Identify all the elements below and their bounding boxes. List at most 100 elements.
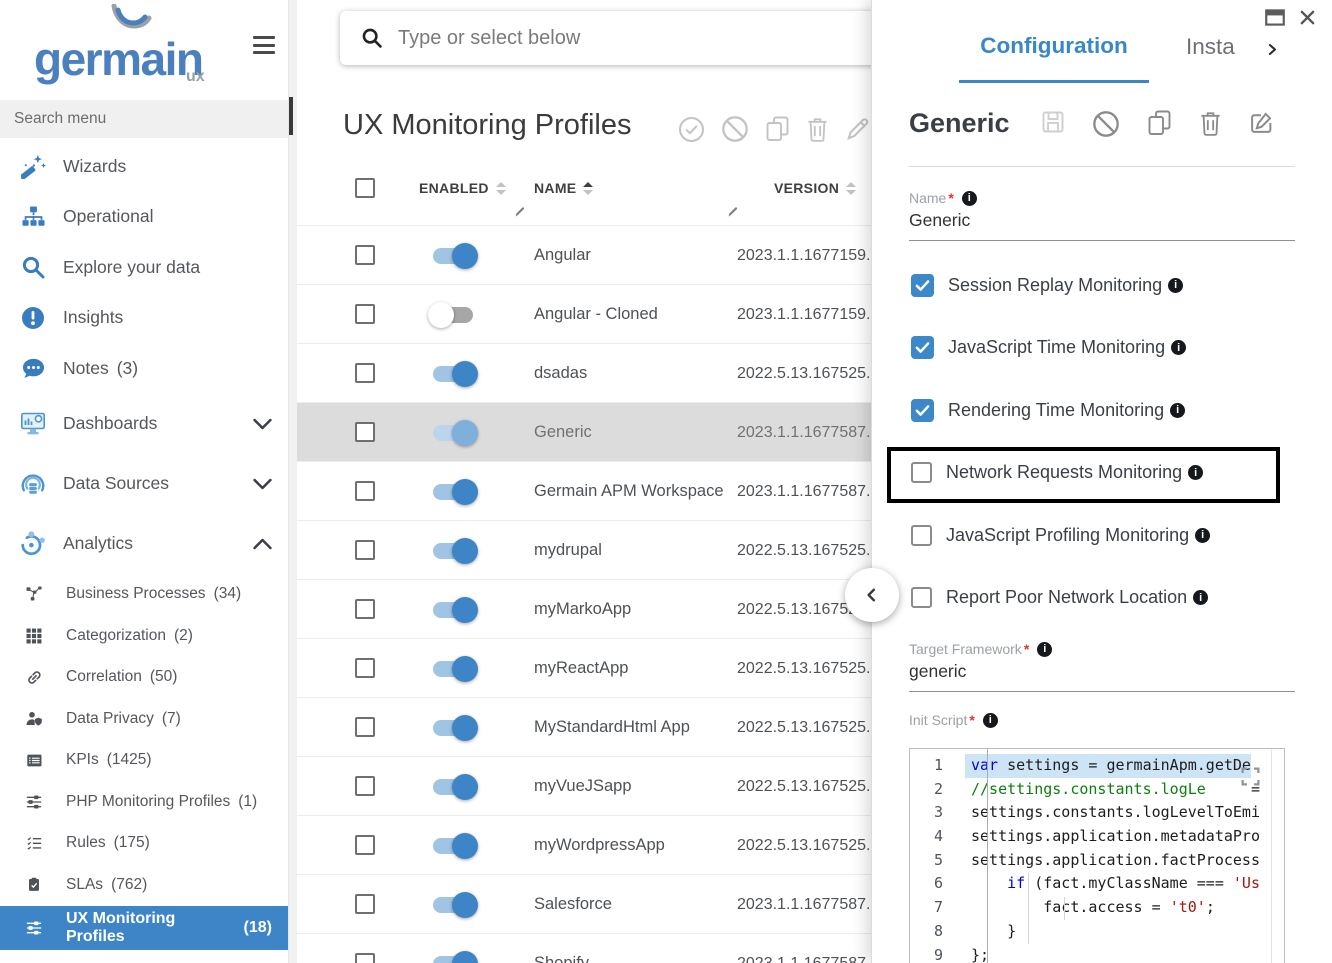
sidebar-item-explore-your-data[interactable]: Explore your data [0,242,288,293]
profiles-search[interactable] [340,11,871,65]
enabled-toggle[interactable] [433,366,473,382]
chevron-down-icon[interactable] [253,418,272,430]
info-icon[interactable]: i [1171,340,1186,355]
checkbox-checked[interactable] [911,274,934,297]
enabled-toggle[interactable] [433,248,473,264]
sidebar-item-ux-monitoring-profiles[interactable]: UX Monitoring Profiles(18) [0,906,288,950]
enabled-toggle[interactable] [433,543,473,559]
filter-pencil-icon[interactable] [727,206,739,218]
chevron-down-icon[interactable] [253,478,272,490]
collapse-panel-button[interactable] [845,568,899,622]
enabled-toggle[interactable] [433,661,473,677]
sidebar-item-dashboards[interactable]: Dashboards [0,394,288,454]
tab-installation[interactable]: Insta [1186,34,1262,60]
delete-icon[interactable] [806,116,829,142]
option-javascript-time-monitoring[interactable]: JavaScript Time Monitoringi [872,317,1332,380]
name-field-value[interactable]: Generic [909,206,1295,241]
checkbox-unchecked[interactable] [911,587,932,608]
row-checkbox[interactable] [355,363,375,383]
info-icon[interactable]: i [1168,278,1183,293]
info-icon[interactable]: i [1193,590,1208,605]
sidebar-item-analytics[interactable]: Analytics [0,514,288,574]
table-row-generic[interactable]: Generic2023.1.1.1677587. [297,403,871,462]
sidebar-scrollbar-thumb[interactable] [289,97,293,135]
row-checkbox[interactable] [355,245,375,265]
table-row-dsadas[interactable]: dsadas2022.5.13.167525. [297,344,871,403]
tab-configuration[interactable]: Configuration [959,33,1149,83]
table-row-myvuejsapp[interactable]: myVueJSapp2022.5.13.167525. [297,757,871,816]
enabled-toggle[interactable] [433,484,473,500]
copy-icon[interactable] [1147,110,1172,138]
info-icon[interactable]: i [983,713,998,728]
enabled-toggle[interactable] [433,425,473,441]
info-icon[interactable]: i [1170,403,1185,418]
row-checkbox[interactable] [355,776,375,796]
sidebar-item-data-sources[interactable]: Data Sources [0,454,288,514]
column-header-enabled[interactable]: ENABLED [419,180,506,196]
checkbox-checked[interactable] [911,399,934,422]
row-checkbox[interactable] [355,304,375,324]
sidebar-item-php-monitoring-profiles[interactable]: PHP Monitoring Profiles(1) [0,781,288,823]
row-checkbox[interactable] [355,422,375,442]
checkbox-unchecked[interactable] [911,525,932,546]
disable-icon[interactable] [1092,110,1120,138]
maximize-icon[interactable] [1265,9,1285,26]
chevron-up-icon[interactable] [253,538,272,550]
sidebar-item-wizards[interactable]: Wizards [0,141,288,192]
approve-icon[interactable] [678,116,705,143]
sidebar-item-kpis[interactable]: KPIs(1425) [0,740,288,782]
table-row-angular[interactable]: Angular2023.1.1.1677159. [297,226,871,285]
row-checkbox[interactable] [355,540,375,560]
sidebar-item-partial[interactable] [0,950,288,963]
sidebar-item-categorization[interactable]: Categorization(2) [0,615,288,657]
select-all-checkbox[interactable] [355,178,375,198]
info-icon[interactable]: i [1195,528,1210,543]
table-row-shopify[interactable]: Shopify2023.1.1.1677587. [297,934,871,963]
enabled-toggle[interactable] [433,956,473,963]
sidebar-item-operational[interactable]: Operational [0,192,288,243]
table-row-myreactapp[interactable]: myReactApp2022.5.13.167525. [297,639,871,698]
checkbox-unchecked[interactable] [911,462,932,483]
enabled-toggle[interactable] [433,897,473,913]
copy-icon[interactable] [765,116,790,142]
option-network-requests-monitoring[interactable]: Network Requests Monitoringi [872,442,1332,505]
chevron-right-icon[interactable] [1265,40,1280,59]
row-checkbox[interactable] [355,835,375,855]
delete-icon[interactable] [1199,110,1222,138]
option-javascript-profiling-monitoring[interactable]: JavaScript Profiling Monitoringi [872,504,1332,567]
app-logo[interactable]: germain [34,34,202,85]
enabled-toggle[interactable] [433,307,473,323]
checkbox-checked[interactable] [911,336,934,359]
sidebar-item-notes[interactable]: Notes(3) [0,343,288,394]
init-script-editor[interactable]: 1var settings = germainApm.getDe2//setti… [909,748,1285,963]
search-input[interactable] [398,27,818,50]
enabled-toggle[interactable] [433,720,473,736]
sort-icon[interactable] [846,182,856,195]
sidebar-item-data-privacy[interactable]: Data Privacy(7) [0,698,288,740]
table-row-mywordpressapp[interactable]: myWordpressApp2022.5.13.167525. [297,816,871,875]
table-row-mydrupal[interactable]: mydrupal2022.5.13.167525. [297,521,871,580]
sidebar-item-rules[interactable]: Rules(175) [0,823,288,865]
row-checkbox[interactable] [355,481,375,501]
table-row-germain-apm-workspace[interactable]: Germain APM Workspace2023.1.1.1677587. [297,462,871,521]
info-icon[interactable]: i [1188,465,1203,480]
fullscreen-icon[interactable] [1240,766,1261,787]
enabled-toggle[interactable] [433,602,473,618]
enabled-toggle[interactable] [433,779,473,795]
option-session-replay-monitoring[interactable]: Session Replay Monitoringi [872,254,1332,317]
sort-asc-icon[interactable] [583,182,593,195]
option-report-poor-network-location[interactable]: Report Poor Network Locationi [872,567,1332,630]
info-icon[interactable]: i [1037,642,1052,657]
sidebar-item-correlation[interactable]: Correlation(50) [0,657,288,699]
sidebar-item-business-processes[interactable]: Business Processes(34) [0,574,288,616]
table-row-mymarkoapp[interactable]: myMarkoApp2022.5.13.167525. [297,580,871,639]
disable-icon[interactable] [721,115,749,143]
row-checkbox[interactable] [355,894,375,914]
save-icon[interactable] [1041,110,1065,138]
editor-scrollbar[interactable] [1271,749,1272,963]
table-row-salesforce[interactable]: Salesforce2023.1.1.1677587. [297,875,871,934]
option-rendering-time-monitoring[interactable]: Rendering Time Monitoringi [872,379,1332,442]
row-checkbox[interactable] [355,599,375,619]
enabled-toggle[interactable] [433,838,473,854]
sidebar-item-slas[interactable]: SLAs(762) [0,864,288,906]
